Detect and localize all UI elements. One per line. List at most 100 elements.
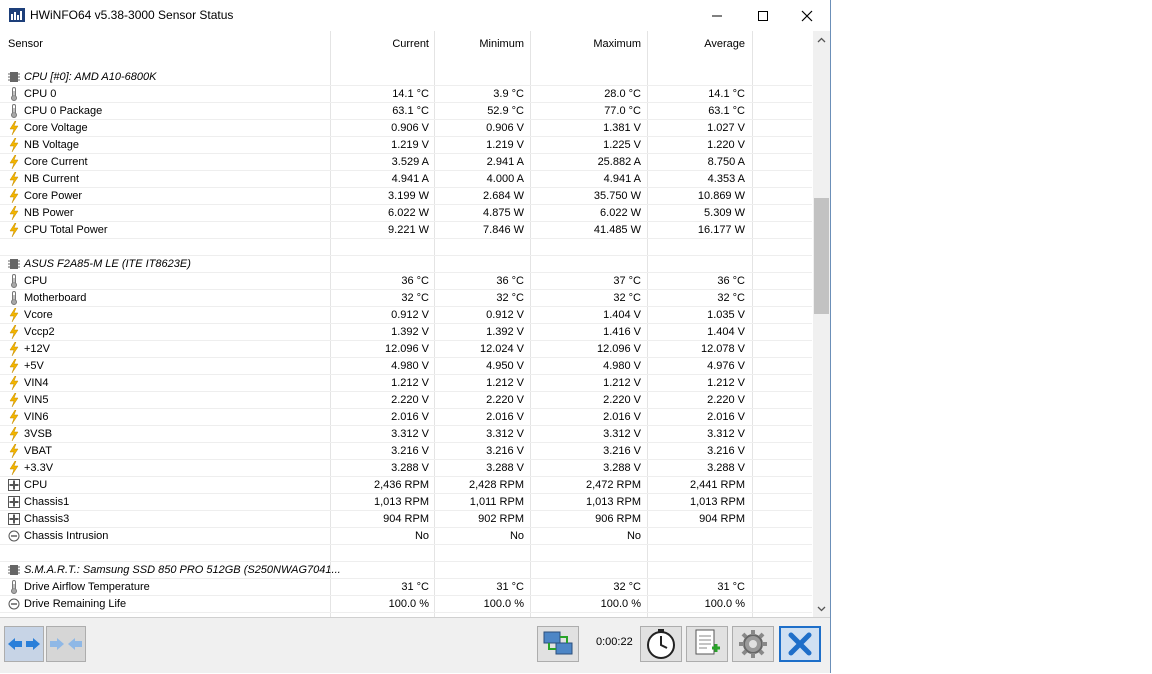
sensor-name: Core Current — [24, 156, 88, 168]
bolt-icon — [8, 188, 20, 204]
sensor-group-header[interactable]: CPU [#0]: AMD A10-6800K — [0, 69, 812, 86]
maximum-value: 4.941 A — [603, 173, 641, 185]
current-value: 1.212 V — [391, 377, 429, 389]
average-value: 1.027 V — [707, 122, 745, 134]
maximum-value: 1,013 RPM — [585, 496, 641, 508]
sensor-row[interactable]: Chassis Intrusion No No No — [0, 528, 812, 545]
network-icon — [543, 631, 573, 655]
sensor-row[interactable]: Vcore 0.912 V 0.912 V 1.404 V 1.035 V — [0, 307, 812, 324]
sensor-row[interactable]: 3VSB 3.312 V 3.312 V 3.312 V 3.312 V — [0, 426, 812, 443]
sensor-table[interactable]: Sensor Current Minimum Maximum Average C… — [0, 31, 830, 617]
sensor-row[interactable]: Chassis3 904 RPM 902 RPM 906 RPM 904 RPM — [0, 511, 812, 528]
fan-icon — [8, 512, 20, 526]
sensor-row[interactable]: CPU 0 Package 63.1 °C 52.9 °C 77.0 °C 63.1 °… — [0, 103, 812, 120]
network-button[interactable] — [537, 626, 579, 662]
minimum-value: 52.9 °C — [487, 105, 524, 117]
average-value: 1.404 V — [707, 326, 745, 338]
reset-timer-button[interactable] — [640, 626, 682, 662]
average-value: 16.177 W — [697, 224, 745, 236]
maximum-value: 2.220 V — [603, 394, 641, 406]
sensor-row[interactable]: CPU 36 °C 36 °C 37 °C 36 °C — [0, 273, 812, 290]
sensor-row[interactable]: Drive Remaining Life 100.0 % 100.0 % 100.0 … — [0, 596, 812, 613]
spacer-row[interactable] — [0, 545, 812, 562]
spacer-row[interactable] — [0, 239, 812, 256]
average-value: 8.750 A — [707, 156, 745, 168]
minimize-button[interactable] — [694, 0, 740, 31]
vertical-scrollbar[interactable] — [813, 31, 830, 617]
sensor-name: VIN4 — [24, 377, 49, 389]
minimum-value: 3.312 V — [486, 428, 524, 440]
sensor-row[interactable]: NB Power 6.022 W 4.875 W 6.022 W 5.309 W — [0, 205, 812, 222]
column-header-average[interactable]: Average — [704, 38, 745, 50]
report-button[interactable] — [686, 626, 728, 662]
close-button[interactable] — [784, 0, 830, 31]
scroll-down-button[interactable] — [813, 600, 830, 617]
current-value: 32 °C — [401, 292, 429, 304]
sensor-row[interactable]: NB Current 4.941 A 4.000 A 4.941 A 4.353 A — [0, 171, 812, 188]
column-header-maximum[interactable]: Maximum — [593, 38, 641, 50]
sensor-row[interactable]: Vccp2 1.392 V 1.392 V 1.416 V 1.404 V — [0, 324, 812, 341]
sensor-row[interactable]: VIN5 2.220 V 2.220 V 2.220 V 2.220 V — [0, 392, 812, 409]
sensor-row[interactable]: Core Power 3.199 W 2.684 W 35.750 W 10.869 W — [0, 188, 812, 205]
sensor-name: Motherboard — [24, 292, 87, 304]
sensor-row[interactable]: Core Current 3.529 A 2.941 A 25.882 A 8.750 … — [0, 154, 812, 171]
sensor-row[interactable]: Drive Airflow Temperature 31 °C 31 °C 32 °C… — [0, 579, 812, 596]
sensor-name: VBAT — [24, 445, 52, 457]
average-value: 2.220 V — [707, 394, 745, 406]
thermometer-icon — [8, 580, 20, 594]
minimum-value: 4.000 A — [486, 173, 524, 185]
minimum-value: 32 °C — [496, 292, 524, 304]
scroll-thumb[interactable] — [814, 198, 829, 314]
current-value: 100.0 % — [388, 598, 429, 610]
average-value: 1.220 V — [707, 139, 745, 151]
close-sensors-button[interactable] — [779, 626, 821, 662]
average-value: 63.1 °C — [708, 105, 745, 117]
scroll-up-button[interactable] — [813, 31, 830, 48]
average-value: 4.976 V — [707, 360, 745, 372]
average-value: 2.016 V — [707, 411, 745, 423]
average-value: 3.216 V — [707, 445, 745, 457]
sensor-row[interactable]: CPU 2,436 RPM 2,428 RPM 2,472 RPM 2,441 RPM — [0, 477, 812, 494]
nav-arrows-alt-button[interactable] — [46, 626, 86, 662]
bolt-icon — [8, 426, 20, 442]
title-bar[interactable]: HWiNFO64 v5.38-3000 Sensor Status — [0, 0, 830, 31]
column-header-current[interactable]: Current — [392, 38, 429, 50]
sensor-row[interactable]: VBAT 3.216 V 3.216 V 3.216 V 3.216 V — [0, 443, 812, 460]
sensor-row[interactable]: VIN4 1.212 V 1.212 V 1.212 V 1.212 V — [0, 375, 812, 392]
sensor-group-header[interactable]: ASUS F2A85-M LE (ITE IT8623E) — [0, 256, 812, 273]
minimum-value: 12.024 V — [479, 343, 524, 355]
sensor-row[interactable]: Motherboard 32 °C 32 °C 32 °C 32 °C — [0, 290, 812, 307]
column-header-sensor[interactable]: Sensor — [8, 38, 43, 50]
maximum-value: 77.0 °C — [604, 105, 641, 117]
chevron-up-icon — [817, 37, 826, 42]
sensor-row[interactable]: CPU 0 14.1 °C 3.9 °C 28.0 °C 14.1 °C — [0, 86, 812, 103]
minimum-value: 36 °C — [496, 275, 524, 287]
settings-icon — [739, 630, 767, 658]
window-title: HWiNFO64 v5.38-3000 Sensor Status — [30, 8, 234, 22]
maximize-button[interactable] — [740, 0, 786, 31]
sensor-row[interactable]: +5V 4.980 V 4.950 V 4.980 V 4.976 V — [0, 358, 812, 375]
sensor-row[interactable]: Core Voltage 0.906 V 0.906 V 1.381 V 1.027 V — [0, 120, 812, 137]
sensor-group-header[interactable]: S.M.A.R.T.: Samsung SSD 850 PRO 512GB (S… — [0, 562, 812, 579]
sensor-row[interactable]: +3.3V 3.288 V 3.288 V 3.288 V 3.288 V — [0, 460, 812, 477]
average-value: 3.312 V — [707, 428, 745, 440]
minimum-value: 2,428 RPM — [468, 479, 524, 491]
minimum-value: 3.9 °C — [493, 88, 524, 100]
maximum-value: 3.288 V — [603, 462, 641, 474]
sensor-row[interactable]: CPU Total Power 9.221 W 7.846 W 41.485 W 16.… — [0, 222, 812, 239]
sensor-row[interactable]: NB Voltage 1.219 V 1.219 V 1.225 V 1.220 V — [0, 137, 812, 154]
average-value: 1.212 V — [707, 377, 745, 389]
table-header: Sensor Current Minimum Maximum Average — [0, 31, 812, 69]
settings-button[interactable] — [732, 626, 774, 662]
sensor-row[interactable]: Chassis1 1,013 RPM 1,011 RPM 1,013 RPM 1,013… — [0, 494, 812, 511]
maximum-value: 1.225 V — [603, 139, 641, 151]
maximum-value: 1.212 V — [603, 377, 641, 389]
sensor-name: NB Current — [24, 173, 80, 185]
sensor-name: Drive Airflow Temperature — [24, 581, 150, 593]
sensor-row[interactable]: +12V 12.096 V 12.024 V 12.096 V 12.078 V — [0, 341, 812, 358]
nav-arrows-button[interactable] — [4, 626, 44, 662]
sensor-name: +3.3V — [24, 462, 54, 474]
column-header-minimum[interactable]: Minimum — [479, 38, 524, 50]
sensor-row[interactable]: VIN6 2.016 V 2.016 V 2.016 V 2.016 V — [0, 409, 812, 426]
sensor-name: Vccp2 — [24, 326, 55, 338]
